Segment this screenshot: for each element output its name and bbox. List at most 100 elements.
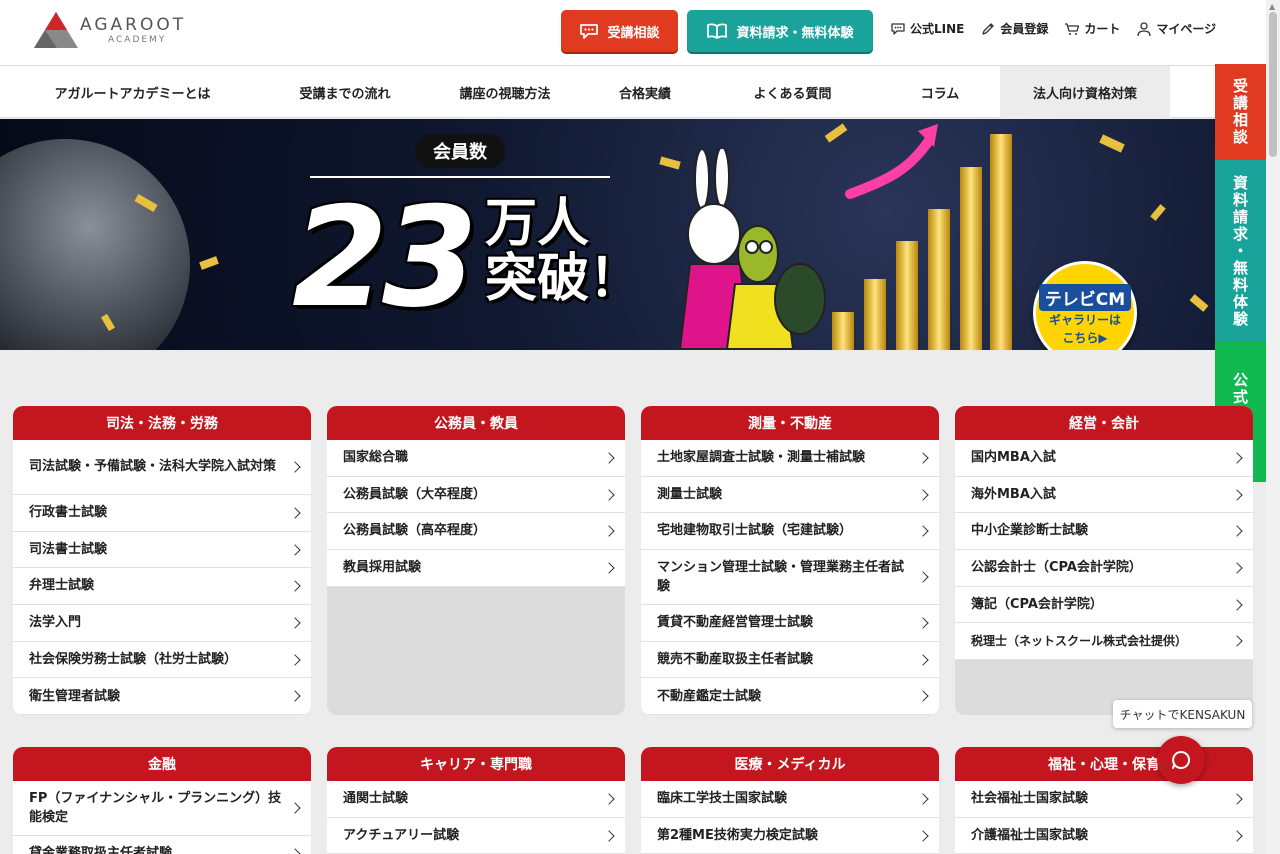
category-card-finance: 金融 FP（ファイナンシャル・プランニング）技能検定 貸金業務取扱主任者試験 [13, 747, 311, 854]
confetti [1189, 294, 1209, 312]
nav-item-column[interactable]: コラム [880, 66, 1000, 118]
course-link[interactable]: 競売不動産取扱主任者試験 [641, 641, 939, 679]
course-link[interactable]: 中小企業診断士試験 [955, 513, 1253, 551]
course-link[interactable]: 弁理士試験 [13, 568, 311, 606]
member-register-link[interactable]: 会員登録 [980, 20, 1048, 37]
chat-open-button[interactable] [1157, 736, 1205, 784]
course-link[interactable]: 土地家屋調査士試験・測量士補試験 [641, 440, 939, 477]
member-count-unit-line1: 万人 [485, 194, 590, 254]
nav-item-corporate[interactable]: 法人向け資格対策 [1000, 66, 1170, 118]
confetti [659, 156, 681, 170]
header-links: 公式LINE 会員登録 カート マイページ [890, 20, 1216, 37]
tv-cm-gallery-badge[interactable]: テレビCM ギャラリーは こちら▶ [1033, 261, 1137, 350]
category-title: 測量・不動産 [641, 406, 939, 440]
course-link[interactable]: 国家総合職 [327, 440, 625, 477]
confetti [1150, 204, 1166, 221]
confetti [1099, 134, 1125, 153]
chat-bubble-icon [580, 24, 599, 39]
course-link[interactable]: 海外MBA入試 [955, 476, 1253, 514]
member-count-label: 会員数 [415, 134, 505, 168]
agaroot-logo[interactable]: AGAROOT ACADEMY [30, 8, 200, 54]
category-title: 金融 [13, 747, 311, 781]
course-link[interactable]: 測量士試験 [641, 476, 939, 514]
chat-widget-label[interactable]: チャットでKENSAKUN [1113, 700, 1252, 728]
member-count-badge: 会員数 [310, 134, 610, 178]
mypage-link-label: マイページ [1156, 22, 1217, 36]
course-link[interactable]: 公務員試験（大卒程度） [327, 476, 625, 514]
course-link[interactable]: 法学入門 [13, 605, 311, 642]
mypage-link[interactable]: マイページ [1136, 20, 1216, 37]
category-card-civil-service: 公務員・教員 国家総合職 公務員試験（大卒程度） 公務員試験（高卒程度） 教員採… [327, 406, 625, 715]
course-link[interactable]: 第2種ME技術実力検定試験 [641, 817, 939, 854]
official-line-link[interactable]: 公式LINE [890, 20, 964, 37]
course-link[interactable]: 税理士（ネットスクール株式会社提供） [955, 623, 1253, 661]
course-link[interactable]: 社会福祉士国家試験 [955, 781, 1253, 818]
course-link[interactable]: 公務員試験（高卒程度） [327, 513, 625, 551]
member-register-link-label: 会員登録 [1000, 22, 1049, 36]
course-link[interactable]: 教員採用試験 [327, 550, 625, 587]
hero-banner[interactable]: 会員数 23 万人 突破！ テレビCM ギャラリーは こちら▶ [0, 119, 1266, 350]
course-link[interactable]: 賃貸不動産経営管理士試験 [641, 605, 939, 642]
mascot-characters-illustration [680, 149, 826, 349]
cart-link-label: カート [1084, 22, 1121, 36]
category-title: 経営・会計 [955, 406, 1253, 440]
course-link[interactable]: 介護福祉士国家試験 [955, 817, 1253, 854]
tv-cm-line1: ギャラリーは [1048, 313, 1121, 327]
course-link[interactable]: アクチュアリー試験 [327, 817, 625, 854]
logo-triangle-icon [34, 12, 78, 48]
side-tab-request-materials[interactable]: 資料請求・無料体験 [1215, 160, 1266, 342]
planet-illustration [0, 139, 190, 350]
course-link[interactable]: 司法試験・予備試験・法科大学院入試対策 [13, 440, 311, 495]
category-title: 医療・メディカル [641, 747, 939, 781]
course-link[interactable]: マンション管理士試験・管理業務主任者試験 [641, 550, 939, 606]
category-card-welfare: 福祉・心理・保育 社会福祉士国家試験 介護福祉士国家試験 [955, 747, 1253, 854]
course-link[interactable]: FP（ファイナンシャル・プランニング）技能検定 [13, 781, 311, 836]
category-title: 公務員・教員 [327, 406, 625, 440]
consult-button-label: 受講相談 [607, 25, 660, 41]
request-materials-button[interactable]: 資料請求・無料体験 [687, 10, 873, 52]
page-scrollbar[interactable]: ▲ [1266, 0, 1280, 854]
scrollbar-thumb[interactable] [1269, 12, 1277, 157]
member-count-unit: 万人 突破！ [485, 197, 641, 306]
official-line-link-label: 公式LINE [910, 22, 965, 36]
course-link[interactable]: 簿記（CPA会計学院） [955, 586, 1253, 624]
course-link[interactable]: 宅地建物取引士試験（宅建試験） [641, 513, 939, 551]
pencil-icon [982, 22, 995, 35]
tv-cm-title: テレビCM [1038, 284, 1132, 311]
category-title: キャリア・専門職 [327, 747, 625, 781]
cart-icon [1065, 22, 1080, 35]
consult-button[interactable]: 受講相談 [561, 10, 678, 52]
course-link[interactable]: 衛生管理者試験 [13, 678, 311, 715]
category-title: 福祉・心理・保育 [955, 747, 1253, 781]
logo-subtext: ACADEMY [108, 35, 167, 45]
book-icon [707, 23, 728, 39]
course-link[interactable]: 公認会計士（CPA会計学院） [955, 550, 1253, 587]
category-card-career: キャリア・専門職 通関士試験 アクチュアリー試験 [327, 747, 625, 854]
cart-link[interactable]: カート [1064, 20, 1120, 37]
nav-item-faq[interactable]: よくある質問 [705, 66, 880, 118]
nav-item-about[interactable]: アガルートアカデミーとは [0, 66, 265, 118]
course-link[interactable]: 国内MBA入試 [955, 440, 1253, 477]
course-link[interactable]: 通関士試験 [327, 781, 625, 818]
course-link[interactable]: 社会保険労務士試験（社労士試験） [13, 641, 311, 679]
growth-chart-illustration [832, 124, 1012, 350]
user-icon [1137, 21, 1152, 36]
course-link[interactable]: 司法書士試験 [13, 531, 311, 569]
nav-item-flow[interactable]: 受講までの流れ [265, 66, 425, 118]
scroll-up-arrow-icon[interactable]: ▲ [1269, 2, 1275, 11]
nav-item-viewing[interactable]: 講座の視聴方法 [425, 66, 585, 118]
member-count-unit-line2: 突破！ [485, 248, 642, 309]
course-link[interactable]: 行政書士試験 [13, 495, 311, 532]
tv-cm-line2: こちら▶ [1062, 330, 1108, 345]
category-card-medical: 医療・メディカル 臨床工学技士国家試験 第2種ME技術実力検定試験 [641, 747, 939, 854]
course-link[interactable]: 臨床工学技士国家試験 [641, 781, 939, 818]
course-link[interactable]: 貸金業務取扱主任者試験 [13, 836, 311, 854]
member-count-number: 23 [292, 177, 478, 338]
course-link[interactable]: 不動産鑑定士試験 [641, 678, 939, 715]
chat-icon [1172, 750, 1190, 769]
side-tab-consult[interactable]: 受講相談 [1215, 64, 1266, 160]
category-card-law: 司法・法務・労務 司法試験・予備試験・法科大学院入試対策 行政書士試験 司法書士… [13, 406, 311, 715]
chat-bubble-icon [891, 22, 905, 35]
nav-item-results[interactable]: 合格実績 [585, 66, 705, 118]
confetti [199, 256, 219, 270]
